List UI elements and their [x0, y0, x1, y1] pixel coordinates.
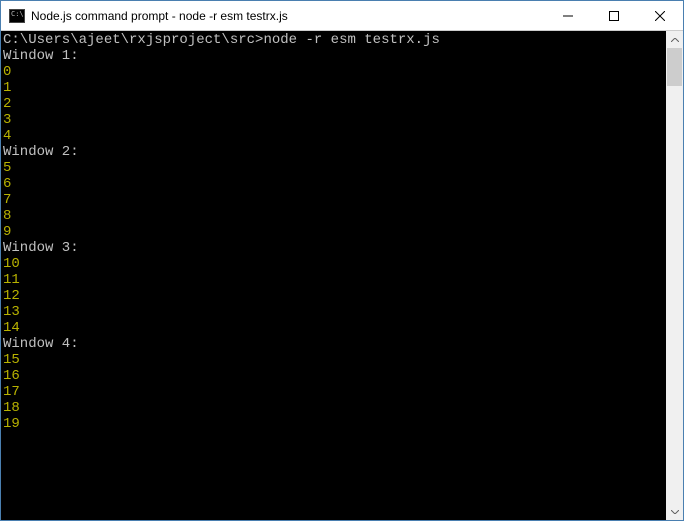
close-button[interactable] [637, 1, 683, 30]
output-group-label: Window 3: [3, 240, 666, 256]
vertical-scrollbar[interactable] [666, 31, 683, 520]
command-text: node -r esm testrx.js [263, 32, 439, 48]
output-value: 12 [3, 288, 666, 304]
output-value: 13 [3, 304, 666, 320]
terminal-area: C:\Users\ajeet\rxjsproject\src>node -r e… [1, 31, 683, 520]
output-group-label: Window 2: [3, 144, 666, 160]
scroll-thumb[interactable] [667, 48, 682, 86]
output-value: 10 [3, 256, 666, 272]
scroll-up-button[interactable] [666, 31, 683, 48]
prompt-path: C:\Users\ajeet\rxjsproject\src> [3, 32, 263, 48]
output-value: 14 [3, 320, 666, 336]
output-value: 15 [3, 352, 666, 368]
chevron-up-icon [671, 38, 679, 42]
output-value: 8 [3, 208, 666, 224]
output-group-label: Window 1: [3, 48, 666, 64]
chevron-down-icon [671, 510, 679, 514]
scroll-track[interactable] [666, 48, 683, 503]
output-value: 0 [3, 64, 666, 80]
output-value: 17 [3, 384, 666, 400]
output-value: 2 [3, 96, 666, 112]
minimize-icon [563, 11, 573, 21]
app-window: Node.js command prompt - node -r esm tes… [0, 0, 684, 521]
minimize-button[interactable] [545, 1, 591, 30]
app-icon [9, 9, 25, 23]
output-value: 7 [3, 192, 666, 208]
close-icon [655, 11, 665, 21]
output-value: 18 [3, 400, 666, 416]
output-value: 9 [3, 224, 666, 240]
window-controls [545, 1, 683, 30]
output-value: 6 [3, 176, 666, 192]
output-value: 11 [3, 272, 666, 288]
maximize-button[interactable] [591, 1, 637, 30]
output-value: 5 [3, 160, 666, 176]
maximize-icon [609, 11, 619, 21]
output-value: 16 [3, 368, 666, 384]
output-value: 3 [3, 112, 666, 128]
output-value: 1 [3, 80, 666, 96]
output-value: 4 [3, 128, 666, 144]
prompt-line: C:\Users\ajeet\rxjsproject\src>node -r e… [3, 32, 666, 48]
window-title: Node.js command prompt - node -r esm tes… [31, 9, 545, 23]
terminal-output[interactable]: C:\Users\ajeet\rxjsproject\src>node -r e… [1, 31, 666, 520]
output-value: 19 [3, 416, 666, 432]
titlebar[interactable]: Node.js command prompt - node -r esm tes… [1, 1, 683, 31]
scroll-down-button[interactable] [666, 503, 683, 520]
output-group-label: Window 4: [3, 336, 666, 352]
